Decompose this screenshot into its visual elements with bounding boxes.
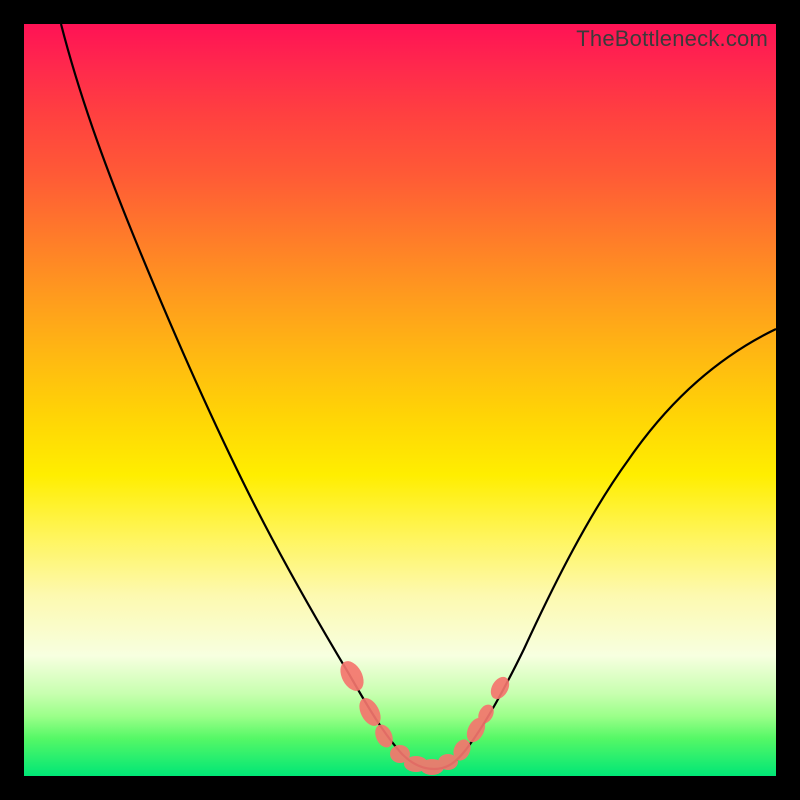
- plot-area: TheBottleneck.com: [24, 24, 776, 776]
- curve-main: [61, 24, 776, 769]
- chart-svg: [24, 24, 776, 776]
- trough-highlight: [336, 657, 513, 775]
- chart-frame: TheBottleneck.com: [0, 0, 800, 800]
